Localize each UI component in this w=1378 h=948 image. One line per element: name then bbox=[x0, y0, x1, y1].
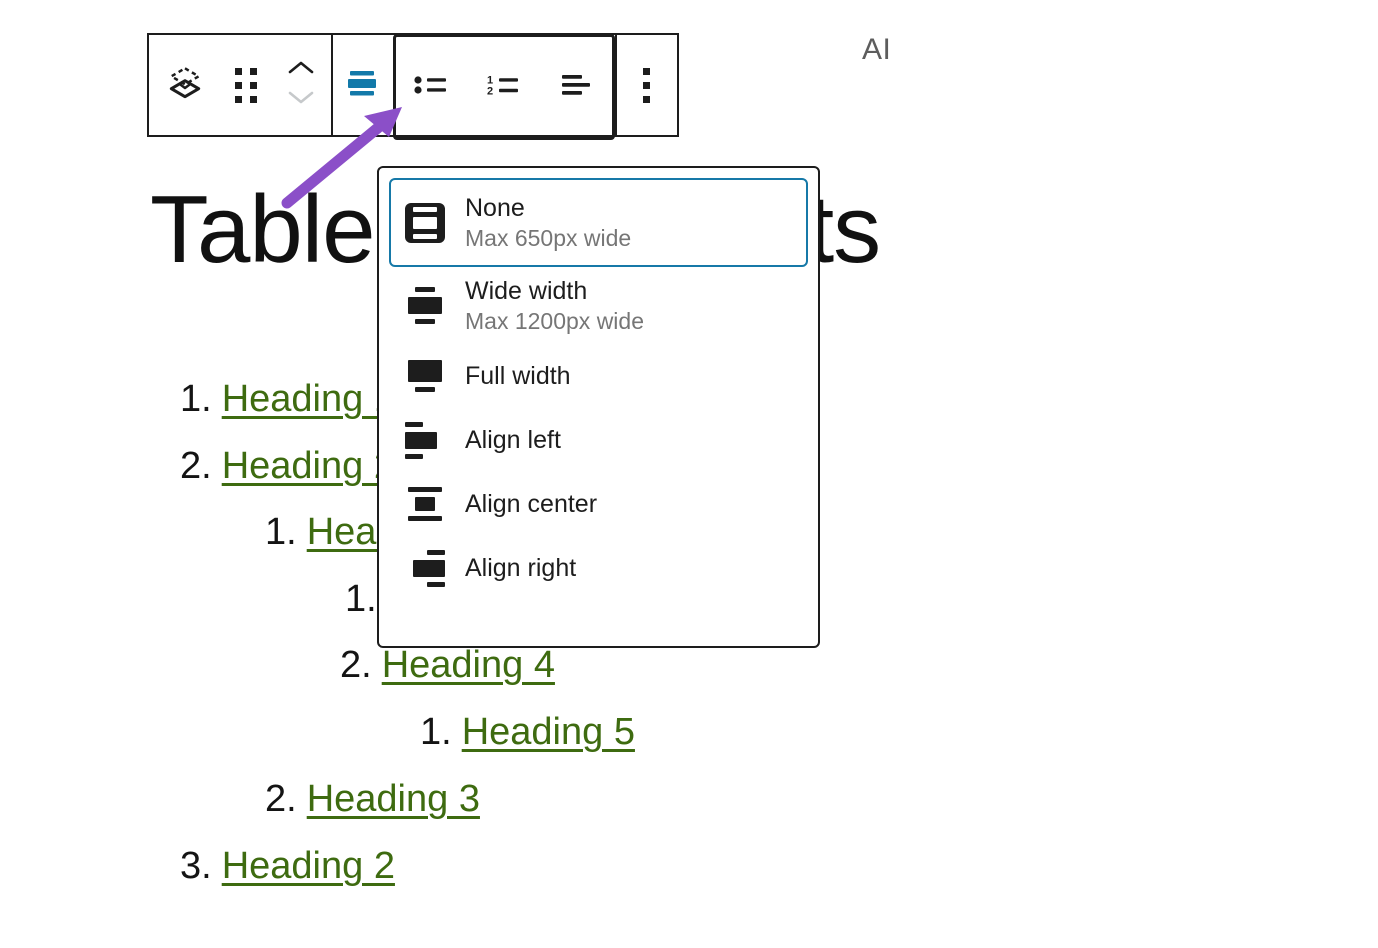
align-dropdown-menu: None Max 650px wide Wide width Max 1200px w… bbox=[377, 166, 820, 648]
toc-item: 2. Heading 4 bbox=[340, 646, 555, 684]
align-none-icon bbox=[343, 64, 381, 107]
toc-item-link[interactable]: Heading 4 bbox=[382, 644, 555, 686]
toc-item: 2. Heading 2 bbox=[180, 447, 395, 485]
stack-layers-icon bbox=[165, 63, 205, 108]
toc-item-link[interactable]: Heading 5 bbox=[462, 711, 635, 753]
drag-dots-icon bbox=[235, 67, 257, 103]
toc-item: 2. Heading 3 bbox=[265, 780, 480, 818]
toc-item-marker: 1. bbox=[345, 578, 377, 620]
toc-item-link[interactable]: Heading 2 bbox=[222, 845, 395, 887]
align-option-align-right[interactable]: Align right bbox=[389, 536, 808, 600]
align-option-text: Full width bbox=[465, 362, 571, 391]
move-up-button[interactable] bbox=[286, 59, 316, 82]
toc-item: 1. Heading 1 bbox=[180, 380, 395, 418]
align-option-text: Wide width Max 1200px wide bbox=[465, 277, 644, 334]
align-wide-icon bbox=[405, 284, 445, 328]
ordered-list-button[interactable]: 1 2 bbox=[468, 37, 540, 137]
toc-item-link[interactable]: Heading 1 bbox=[222, 378, 395, 420]
svg-text:2: 2 bbox=[487, 85, 493, 97]
align-option-wide-width[interactable]: Wide width Max 1200px wide bbox=[389, 267, 808, 344]
toc-item-marker: 1. bbox=[420, 711, 452, 753]
align-option-label: Align right bbox=[465, 554, 577, 582]
ai-label: AI bbox=[862, 33, 892, 66]
align-option-align-center[interactable]: Align center bbox=[389, 472, 808, 536]
toc-item-marker: 2. bbox=[340, 644, 372, 686]
align-option-text: Align right bbox=[465, 554, 576, 583]
align-full-icon bbox=[405, 354, 445, 398]
align-option-text: Align left bbox=[465, 426, 561, 455]
block-toolbar: 1 2 bbox=[147, 33, 679, 140]
align-center-icon bbox=[405, 482, 445, 526]
toolbar-group-block bbox=[149, 35, 331, 135]
toolbar-group-options bbox=[615, 35, 677, 135]
align-option-label: Align left bbox=[465, 426, 561, 454]
toc-item-marker: 3. bbox=[180, 845, 212, 887]
align-option-label: Wide width bbox=[465, 277, 588, 306]
align-option-label: Full width bbox=[465, 362, 571, 390]
align-option-none[interactable]: None Max 650px wide bbox=[389, 178, 808, 268]
align-none-icon bbox=[405, 201, 445, 245]
align-left-icon bbox=[405, 418, 445, 462]
block-mover bbox=[271, 35, 331, 135]
align-option-align-left[interactable]: Align left bbox=[389, 408, 808, 472]
align-option-label: Align center bbox=[465, 490, 598, 518]
toc-item-marker: 2. bbox=[265, 778, 297, 820]
unordered-list-button[interactable] bbox=[396, 37, 468, 137]
toc-item-marker: 1. bbox=[265, 511, 297, 553]
align-option-sublabel: Max 650px wide bbox=[465, 224, 632, 251]
align-text-icon bbox=[556, 69, 596, 106]
move-down-button[interactable] bbox=[286, 88, 316, 111]
bulleted-list-icon bbox=[412, 69, 452, 106]
block-type-button[interactable] bbox=[149, 35, 221, 135]
toolbar-group-align bbox=[331, 35, 393, 135]
numbered-list-icon: 1 2 bbox=[484, 69, 524, 106]
align-right-icon bbox=[405, 546, 445, 590]
toc-item: 3. Heading 2 bbox=[180, 847, 395, 885]
toc-item-marker: 2. bbox=[180, 445, 212, 487]
align-option-full-width[interactable]: Full width bbox=[389, 344, 808, 408]
align-option-sublabel: Max 1200px wide bbox=[465, 307, 644, 334]
align-button[interactable] bbox=[331, 35, 393, 135]
options-button[interactable] bbox=[615, 35, 677, 135]
drag-handle-button[interactable] bbox=[221, 35, 271, 135]
align-option-text: Align center bbox=[465, 490, 597, 519]
align-text-button[interactable] bbox=[540, 37, 612, 137]
toc-item: 1. Heading 5 bbox=[420, 713, 635, 751]
toc-item-link[interactable]: Heading 2 bbox=[222, 445, 395, 487]
toc-item-link[interactable]: Heading 3 bbox=[307, 778, 480, 820]
align-option-text: None Max 650px wide bbox=[465, 194, 631, 251]
toolbar-group-list-format: 1 2 bbox=[393, 34, 615, 140]
toc-item-marker: 1. bbox=[180, 378, 212, 420]
align-option-label: None bbox=[465, 194, 525, 222]
kebab-menu-icon bbox=[642, 67, 650, 103]
